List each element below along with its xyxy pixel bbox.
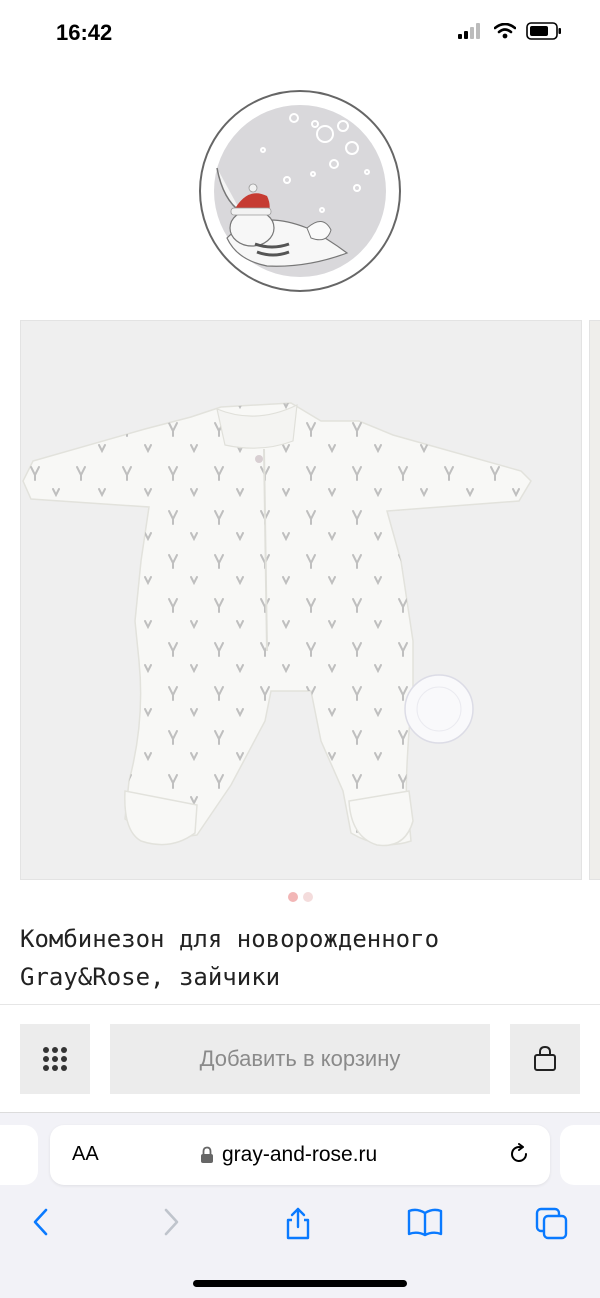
product-gallery[interactable] (0, 320, 600, 880)
bookmarks-icon[interactable] (406, 1206, 444, 1238)
add-to-cart-button[interactable]: Добавить в корзину (110, 1024, 490, 1094)
forward-icon[interactable] (160, 1206, 182, 1238)
previous-tab-preview[interactable] (0, 1125, 38, 1185)
lock-icon (201, 1146, 213, 1163)
status-time: 16:42 (56, 20, 113, 45)
product-title-line-2: Gray&Rose, зайчики (20, 963, 281, 991)
brand-logo[interactable] (197, 88, 403, 294)
browser-chrome: AA gray-and-rose.ru (0, 1112, 600, 1298)
action-bar: Добавить в корзину (0, 1004, 600, 1113)
wifi-icon (494, 23, 516, 39)
browser-toolbar (0, 1198, 600, 1248)
back-icon[interactable] (30, 1206, 52, 1238)
status-icons (458, 22, 562, 40)
battery-icon (526, 22, 561, 40)
next-tab-preview[interactable] (560, 1125, 600, 1185)
cellular-signal-icon (458, 23, 480, 39)
url-group[interactable]: gray-and-rose.ru (200, 1143, 377, 1167)
url-text[interactable]: gray-and-rose.ru (222, 1143, 377, 1167)
cart-button[interactable] (510, 1024, 580, 1094)
status-bar: 16:42 (0, 0, 600, 70)
product-title: Комбинезон для новорожденного Gray&Rose,… (20, 920, 580, 996)
pagination-dot[interactable] (302, 892, 313, 902)
reader-aa-button[interactable]: AA (72, 1143, 99, 1166)
menu-grid-button[interactable] (20, 1024, 90, 1094)
gallery-pagination (0, 892, 600, 902)
shopping-bag-icon (534, 1045, 556, 1071)
share-icon[interactable] (282, 1206, 314, 1240)
product-title-line-1: Комбинезон для новорожденного (20, 925, 440, 953)
address-bar[interactable]: AA gray-and-rose.ru (50, 1125, 550, 1185)
pagination-dot-active[interactable] (287, 892, 298, 902)
reload-icon[interactable] (506, 1141, 532, 1167)
grid-icon (43, 1047, 67, 1071)
product-photo[interactable] (20, 320, 582, 880)
tabs-icon[interactable] (534, 1206, 570, 1240)
home-indicator[interactable] (193, 1280, 407, 1287)
product-photo-next[interactable] (589, 320, 600, 880)
logo-area (0, 84, 600, 294)
